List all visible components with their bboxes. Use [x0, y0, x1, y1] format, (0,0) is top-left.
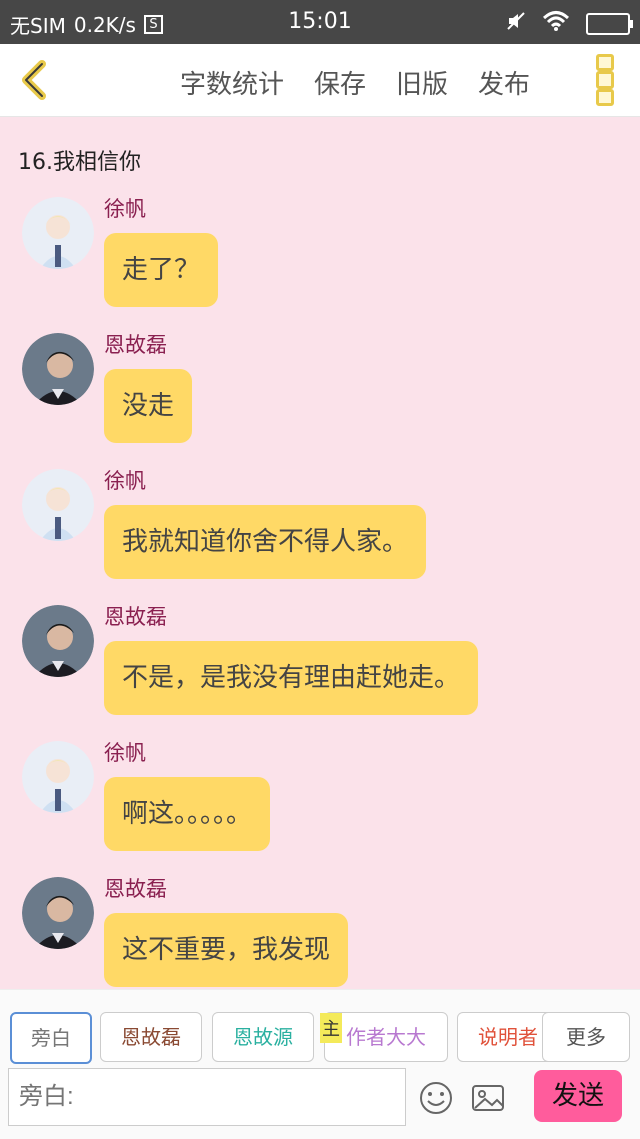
avatar-engulei[interactable]: [22, 877, 94, 949]
role-tab-narration[interactable]: 旁白: [10, 1012, 92, 1064]
more-menu-icon[interactable]: [596, 54, 618, 106]
sender-name: 徐帆: [104, 197, 146, 221]
message-bubble[interactable]: 不是，是我没有理由赶她走。: [104, 641, 479, 715]
message-bubble[interactable]: 我就知道你舍不得人家。: [104, 505, 427, 579]
message-bubble[interactable]: 没走: [104, 369, 193, 443]
avatar-engulei[interactable]: [22, 605, 94, 677]
sender-name: 徐帆: [104, 469, 146, 493]
sender-name: 徐帆: [104, 741, 146, 765]
back-icon[interactable]: [14, 58, 58, 102]
message-bubble[interactable]: 走了？: [104, 233, 219, 307]
main-role-tag: 主: [320, 1013, 342, 1043]
sender-name: 恩故磊: [104, 877, 167, 901]
emoji-icon[interactable]: [418, 1080, 454, 1116]
status-right: [506, 10, 633, 37]
composer: 旁白 恩故磊 恩故源 作者大大 说明者 更多 主 发送: [0, 989, 640, 1139]
message-bubble[interactable]: 这不重要，我发现: [104, 913, 349, 987]
battery-icon: [586, 12, 633, 35]
status-bar: 无SIM 0.2K/s S 15:01: [0, 0, 640, 44]
message-input[interactable]: [8, 1068, 406, 1126]
input-row: 发送: [8, 1068, 632, 1130]
mute-icon: [506, 11, 526, 36]
sender-name: 恩故磊: [104, 605, 167, 629]
chapter-title: 16.我相信你: [18, 150, 141, 175]
sender-name: 恩故磊: [104, 333, 167, 357]
role-tab-engulei[interactable]: 恩故磊: [100, 1012, 202, 1062]
word-count-button[interactable]: 字数统计: [180, 64, 284, 101]
more-roles-button[interactable]: 更多: [542, 1012, 630, 1062]
role-tab-enguyuan[interactable]: 恩故源: [212, 1012, 314, 1062]
save-button[interactable]: 保存: [314, 64, 366, 101]
top-bar: 字数统计 保存 旧版 发布: [0, 44, 640, 117]
image-icon[interactable]: [470, 1080, 506, 1116]
avatar-xufan[interactable]: [22, 469, 94, 541]
avatar-xufan[interactable]: [22, 741, 94, 813]
avatar-xufan[interactable]: [22, 197, 94, 269]
wifi-icon: [542, 10, 570, 37]
role-tab-author[interactable]: 作者大大: [324, 1012, 448, 1062]
publish-button[interactable]: 发布: [478, 64, 530, 101]
nav-actions: 字数统计 保存 旧版 发布: [180, 64, 530, 101]
avatar-engulei[interactable]: [22, 333, 94, 405]
send-button[interactable]: 发送: [534, 1070, 622, 1122]
message-bubble[interactable]: 啊这。。。。。: [104, 777, 271, 851]
chat-area[interactable]: 16.我相信你 徐帆 走了？ 恩故磊 没走 徐帆 我就知道你舍不得人家。 恩故磊…: [0, 117, 640, 989]
old-version-button[interactable]: 旧版: [396, 64, 448, 101]
